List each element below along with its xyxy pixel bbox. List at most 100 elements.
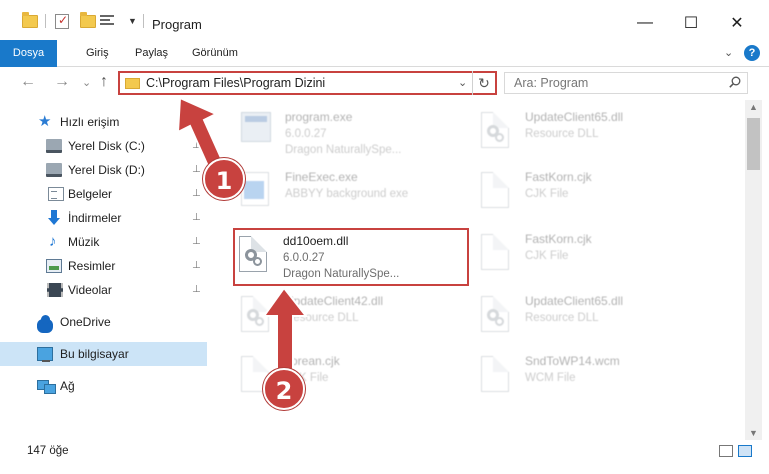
sidebar-item-label: Bu bilgisayar xyxy=(60,347,129,361)
file-type: WCM File xyxy=(525,372,576,384)
search-box[interactable]: Ara: Program xyxy=(504,72,748,94)
close-button[interactable]: ✕ xyxy=(714,8,760,38)
this-pc-icon xyxy=(37,347,53,362)
file-name: UpdateClient65.dll xyxy=(525,294,624,308)
downloads-icon xyxy=(47,210,63,225)
scroll-up-icon[interactable]: ▲ xyxy=(749,102,758,112)
sidebar-item-label: OneDrive xyxy=(60,315,111,329)
file-type: CJK File xyxy=(525,250,569,262)
title-bar: ▼ Program — ☐ ✕ xyxy=(0,0,769,40)
sidebar-item-music[interactable]: ♪ Müzik ⊥ xyxy=(0,230,207,254)
back-button[interactable]: ← xyxy=(20,73,36,91)
step-1-badge: 1 xyxy=(203,158,245,200)
dll-icon xyxy=(481,296,513,336)
scrollbar-thumb[interactable] xyxy=(747,118,760,170)
vertical-scrollbar[interactable]: ▲ ▼ xyxy=(745,100,762,440)
status-bar: 147 öğe xyxy=(0,440,769,474)
window-title: Program xyxy=(152,17,202,32)
file-item-program-exe[interactable]: program.exe 6.0.0.27 Dragon NaturallySpe… xyxy=(237,106,477,164)
file-description: Dragon NaturallySpe... xyxy=(285,144,402,156)
file-item-sndtowp14-wcm[interactable]: SndToWP14.wcm WCM File xyxy=(477,350,717,408)
toolbar-separator xyxy=(143,14,144,28)
toolbar-separator xyxy=(45,14,46,28)
details-view-icon[interactable] xyxy=(719,445,733,457)
tiles-view-icon[interactable] xyxy=(738,445,752,457)
sidebar-item-label: Videolar xyxy=(68,283,112,297)
sidebar-item-label: Yerel Disk (C:) xyxy=(68,139,145,153)
dll-icon xyxy=(481,112,513,152)
help-icon[interactable]: ? xyxy=(744,45,760,61)
tab-view[interactable]: Görünüm xyxy=(192,40,238,67)
file-version: 6.0.0.27 xyxy=(285,128,327,140)
file-type: Resource DLL xyxy=(525,312,599,324)
sidebar-item-onedrive[interactable]: OneDrive xyxy=(0,310,207,334)
drive-icon xyxy=(46,139,62,153)
ribbon-tabs: Dosya Giriş Paylaş Görünüm ⌄ ? xyxy=(0,40,769,98)
file-item-updateclient65-dll-2[interactable]: UpdateClient65.dll Resource DLL xyxy=(477,290,717,348)
app-icon xyxy=(241,172,273,212)
address-dropdown-icon[interactable]: ⌄ xyxy=(458,76,467,89)
file-type: CJK File xyxy=(525,188,569,200)
drive-icon xyxy=(46,163,62,177)
pictures-icon xyxy=(46,259,62,273)
sidebar-item-videos[interactable]: Videolar ⊥ xyxy=(0,278,207,302)
sidebar-item-network[interactable]: Ağ xyxy=(0,374,207,398)
ribbon-expand-chevron-icon[interactable]: ⌄ xyxy=(724,46,733,59)
documents-icon xyxy=(48,187,64,201)
pin-icon: ⊥ xyxy=(192,236,201,247)
refresh-button[interactable]: ↻ xyxy=(472,71,495,95)
sidebar-item-this-pc[interactable]: Bu bilgisayar xyxy=(0,342,207,366)
sidebar-item-pictures[interactable]: Resimler ⊥ xyxy=(0,254,207,278)
file-icon xyxy=(481,356,513,396)
up-button[interactable]: ↑ xyxy=(100,73,108,91)
file-name: SndToWP14.wcm xyxy=(525,354,620,368)
file-item-fastkorn-cjk-2[interactable]: FastKorn.cjk CJK File xyxy=(477,228,717,286)
file-icon xyxy=(481,172,513,212)
music-icon: ♪ xyxy=(49,233,57,250)
file-name: FastKorn.cjk xyxy=(525,232,592,246)
properties-check-icon[interactable] xyxy=(55,12,69,30)
navigation-bar: ← → ⌄ ↑ C:\Program Files\Program Dizini … xyxy=(0,67,769,100)
sidebar-item-label: İndirmeler xyxy=(68,211,122,225)
file-item-updateclient65-dll[interactable]: UpdateClient65.dll Resource DLL xyxy=(477,106,717,164)
forward-button[interactable]: → xyxy=(54,73,70,91)
file-type: Resource DLL xyxy=(525,128,599,140)
sidebar-item-label: Belgeler xyxy=(68,187,113,201)
new-folder-icon[interactable] xyxy=(80,11,96,30)
file-name: FastKorn.cjk xyxy=(525,170,592,184)
customize-toolbar-dropdown[interactable]: ▼ xyxy=(128,12,137,30)
tab-share[interactable]: Paylaş xyxy=(135,40,168,67)
file-name: UpdateClient65.dll xyxy=(525,110,624,124)
sidebar-item-label: Yerel Disk (D:) xyxy=(68,163,145,177)
videos-icon xyxy=(47,283,63,297)
network-icon xyxy=(37,378,56,394)
file-icon xyxy=(481,234,513,274)
file-item-dd10oem-dll[interactable]: dd10oem.dll 6.0.0.27 Dragon NaturallySpe… xyxy=(233,228,469,286)
search-input[interactable]: Ara: Program xyxy=(514,76,588,90)
scroll-down-icon[interactable]: ▼ xyxy=(749,428,758,438)
recent-locations-button[interactable]: ⌄ xyxy=(82,76,91,89)
maximize-button[interactable]: ☐ xyxy=(668,8,714,38)
step-2-badge: 2 xyxy=(263,368,305,410)
pin-icon: ⊥ xyxy=(192,212,201,223)
pin-icon: ⊥ xyxy=(192,260,201,271)
sidebar-item-downloads[interactable]: İndirmeler ⊥ xyxy=(0,206,207,230)
exe-icon xyxy=(241,112,273,152)
file-description: Dragon NaturallySpe... xyxy=(283,268,400,280)
file-item-fineexec-exe[interactable]: FineExec.exe ABBYY background exe xyxy=(237,166,477,224)
minimize-button[interactable]: — xyxy=(622,8,668,38)
onedrive-icon xyxy=(37,315,53,333)
quick-access-properties-icon[interactable] xyxy=(100,12,118,30)
address-path[interactable]: C:\Program Files\Program Dizini xyxy=(146,76,325,90)
file-item-fastkorn-cjk[interactable]: FastKorn.cjk CJK File xyxy=(477,166,717,224)
tab-home[interactable]: Giriş xyxy=(86,40,109,67)
sidebar-item-label: Ağ xyxy=(60,379,75,393)
sidebar-item-label: Müzik xyxy=(68,235,100,249)
folder-icon xyxy=(125,78,140,89)
sidebar-item-label: Resimler xyxy=(68,259,116,273)
item-count: 147 öğe xyxy=(27,445,69,457)
sidebar-item-label: Hızlı erişim xyxy=(60,115,120,129)
folder-icon xyxy=(22,11,38,30)
file-type: ABBYY background exe xyxy=(285,188,409,200)
star-icon: ★ xyxy=(38,113,52,130)
